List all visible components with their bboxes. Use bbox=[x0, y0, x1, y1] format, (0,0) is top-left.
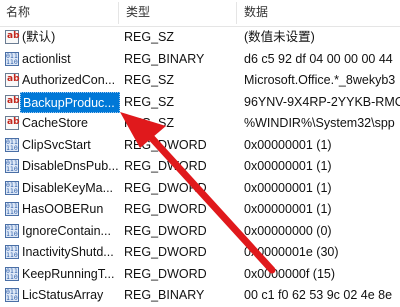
registry-value-row[interactable]: DisableDnsPub... REG_DWORD 0x00000001 (1) bbox=[0, 156, 400, 178]
registry-value-row[interactable]: IgnoreContain... REG_DWORD 0x00000000 (0) bbox=[0, 221, 400, 243]
binary-value-icon bbox=[5, 180, 19, 195]
value-type: REG_SZ bbox=[124, 30, 175, 44]
value-data: 00 c1 f0 62 53 9c 02 4e 8e bbox=[244, 288, 393, 302]
column-header-type[interactable]: 类型 bbox=[120, 0, 236, 26]
value-type: REG_DWORD bbox=[124, 223, 207, 238]
column-divider[interactable] bbox=[236, 2, 237, 24]
value-data: Microsoft.Office.*_8wekyb3 bbox=[244, 73, 396, 87]
column-divider[interactable] bbox=[118, 2, 119, 24]
value-name: (默认) bbox=[22, 30, 56, 44]
value-data: (数值未设置) bbox=[244, 30, 315, 44]
value-type: REG_BINARY bbox=[124, 288, 205, 302]
value-name: CacheStore bbox=[22, 116, 89, 130]
value-type: REG_DWORD bbox=[124, 159, 207, 173]
binary-value-icon bbox=[5, 266, 19, 281]
list-header: 名称 类型 数据 bbox=[0, 0, 400, 27]
registry-value-row[interactable]: AuthorizedCon... REG_SZ Microsoft.Office.*… bbox=[0, 70, 400, 92]
registry-value-row[interactable]: LicStatusArray REG_BINARY 00 c1 f0 62 53 9… bbox=[0, 285, 400, 307]
value-type: REG_SZ bbox=[124, 116, 175, 130]
value-name: DisableDnsPub... bbox=[22, 159, 119, 173]
binary-value-icon bbox=[5, 51, 19, 66]
value-data: 0x0000001e (30) bbox=[244, 245, 339, 259]
binary-value-icon bbox=[5, 223, 19, 238]
value-type: REG_SZ bbox=[124, 94, 175, 109]
registry-value-row[interactable]: CacheStore REG_SZ %WINDIR%\System32\spp bbox=[0, 113, 400, 135]
value-name: KeepRunningT... bbox=[22, 266, 115, 281]
value-data: 0x00000000 (0) bbox=[244, 223, 332, 238]
binary-value-icon bbox=[5, 245, 19, 259]
value-data: 0x0000000f (15) bbox=[244, 266, 336, 281]
value-data: %WINDIR%\System32\spp bbox=[244, 116, 395, 130]
string-value-icon bbox=[5, 30, 20, 44]
value-data: d6 c5 92 df 04 00 00 00 44 bbox=[244, 51, 393, 66]
value-type: REG_DWORD bbox=[124, 137, 207, 152]
value-type: REG_BINARY bbox=[124, 51, 205, 66]
value-type: REG_SZ bbox=[124, 73, 175, 87]
value-name: ClipSvcStart bbox=[22, 137, 91, 152]
registry-value-row[interactable]: (默认) REG_SZ (数值未设置) bbox=[0, 27, 400, 49]
value-name: BackupProduc... bbox=[20, 91, 120, 113]
registry-value-row[interactable]: actionlist REG_BINARY d6 c5 92 df 04 00 00… bbox=[0, 49, 400, 71]
value-type: REG_DWORD bbox=[124, 245, 207, 259]
value-name: HasOOBERun bbox=[22, 202, 104, 216]
value-name: DisableKeyMa... bbox=[22, 180, 114, 195]
value-name: InactivityShutd... bbox=[22, 245, 114, 259]
value-name: IgnoreContain... bbox=[22, 223, 111, 238]
binary-value-icon bbox=[5, 202, 19, 216]
value-name: LicStatusArray bbox=[22, 288, 104, 302]
registry-value-row[interactable]: InactivityShutd... REG_DWORD 0x0000001e (3… bbox=[0, 242, 400, 264]
registry-value-row[interactable]: DisableKeyMa... REG_DWORD 0x00000001 (1) bbox=[0, 178, 400, 200]
string-value-icon bbox=[5, 73, 20, 87]
value-type: REG_DWORD bbox=[124, 202, 207, 216]
registry-value-row[interactable]: ClipSvcStart REG_DWORD 0x00000001 (1) bbox=[0, 135, 400, 157]
value-data: 0x00000001 (1) bbox=[244, 202, 332, 216]
column-header-name[interactable]: 名称 bbox=[0, 0, 118, 26]
value-name: AuthorizedCon... bbox=[22, 73, 116, 87]
string-value-icon bbox=[5, 94, 20, 109]
value-type: REG_DWORD bbox=[124, 180, 207, 195]
binary-value-icon bbox=[5, 288, 19, 302]
string-value-icon bbox=[5, 116, 20, 130]
value-data: 96YNV-9X4RP-2YYKB-RMC bbox=[244, 94, 400, 109]
registry-value-row[interactable]: BackupProduc... REG_SZ 96YNV-9X4RP-2YYKB-R… bbox=[0, 91, 400, 113]
value-type: REG_DWORD bbox=[124, 266, 207, 281]
column-header-data[interactable]: 数据 bbox=[238, 0, 400, 26]
value-data: 0x00000001 (1) bbox=[244, 180, 332, 195]
value-name: actionlist bbox=[22, 51, 71, 66]
value-data: 0x00000001 (1) bbox=[244, 159, 332, 173]
registry-value-row[interactable]: HasOOBERun REG_DWORD 0x00000001 (1) bbox=[0, 199, 400, 221]
value-data: 0x00000001 (1) bbox=[244, 137, 332, 152]
binary-value-icon bbox=[5, 137, 19, 152]
binary-value-icon bbox=[5, 159, 19, 173]
registry-value-row[interactable]: KeepRunningT... REG_DWORD 0x0000000f (15) bbox=[0, 264, 400, 286]
